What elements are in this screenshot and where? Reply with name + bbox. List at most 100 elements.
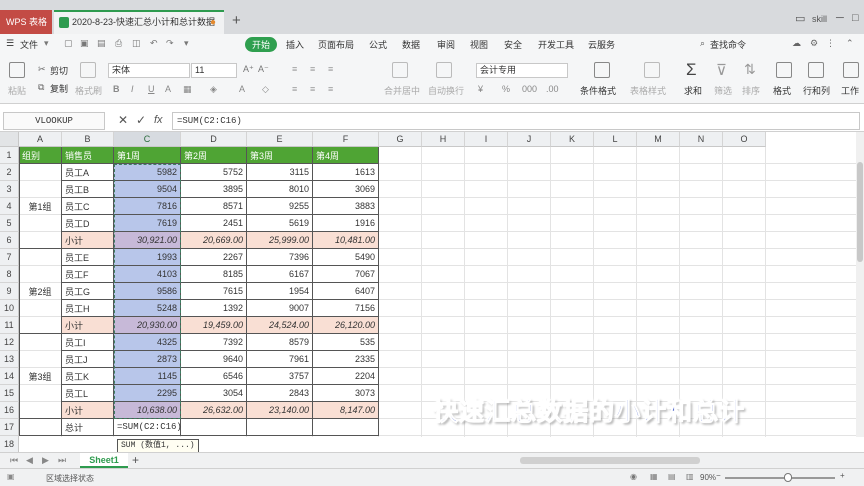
subtotal-cell[interactable]: 20,669.00: [181, 232, 247, 249]
print-icon[interactable]: ⎙: [115, 38, 122, 49]
subtotal-cell[interactable]: 10,638.00: [114, 402, 181, 419]
data-cell[interactable]: 3895: [181, 181, 247, 198]
select-all-corner[interactable]: [0, 132, 19, 147]
cut-icon[interactable]: ✂: [38, 64, 46, 75]
empty-cell[interactable]: [247, 419, 313, 436]
data-cell[interactable]: 7156: [313, 300, 379, 317]
zoom-level[interactable]: 90%: [700, 473, 716, 482]
data-cell[interactable]: 2295: [114, 385, 181, 402]
data-cell[interactable]: 2873: [114, 351, 181, 368]
align-top-icon[interactable]: ≡: [292, 64, 297, 74]
data-cell[interactable]: 8185: [181, 266, 247, 283]
subtotal-cell[interactable]: 19,459.00: [181, 317, 247, 334]
row-header-7[interactable]: 7: [0, 249, 19, 266]
data-cell[interactable]: 3757: [247, 368, 313, 385]
menu-icon[interactable]: ☰: [6, 38, 14, 49]
row-header-4[interactable]: 4: [0, 198, 19, 215]
subtotal-cell[interactable]: 10,481.00: [313, 232, 379, 249]
align-left-icon[interactable]: ≡: [292, 84, 297, 94]
column-header-e[interactable]: E: [247, 132, 313, 147]
underline-icon[interactable]: U: [148, 84, 155, 94]
subtotal-cell[interactable]: 8,147.00: [313, 402, 379, 419]
data-cell[interactable]: 7067: [313, 266, 379, 283]
maximize-icon[interactable]: □: [852, 12, 859, 24]
salesperson-cell[interactable]: 员工G: [62, 283, 114, 300]
strikethrough-icon[interactable]: A: [165, 84, 171, 94]
data-cell[interactable]: 8579: [247, 334, 313, 351]
macro-icon[interactable]: ▣: [7, 472, 15, 481]
paste-label[interactable]: 粘贴: [8, 84, 26, 97]
format-icon[interactable]: [776, 62, 792, 78]
table-header-cell[interactable]: 第4周: [313, 147, 379, 164]
row-header-5[interactable]: 5: [0, 215, 19, 232]
empty-cell[interactable]: [313, 419, 379, 436]
format-painter-icon[interactable]: [80, 62, 96, 78]
empty-cell[interactable]: [181, 419, 247, 436]
salesperson-cell[interactable]: 员工I: [62, 334, 114, 351]
data-cell[interactable]: 3069: [313, 181, 379, 198]
format-button[interactable]: 格式: [773, 84, 791, 97]
sum-icon[interactable]: Σ: [686, 60, 697, 80]
copy-icon[interactable]: ⧉: [38, 82, 44, 93]
salesperson-cell[interactable]: 小计: [62, 317, 114, 334]
merge-icon[interactable]: [392, 62, 408, 78]
row-header-3[interactable]: 3: [0, 181, 19, 198]
horizontal-scrollbar[interactable]: [520, 457, 700, 464]
fill-color-icon[interactable]: ◈: [210, 84, 217, 95]
undo-icon[interactable]: ↶: [150, 38, 158, 49]
tab-cloud[interactable]: 云服务: [588, 38, 615, 51]
column-header-n[interactable]: N: [680, 132, 723, 147]
vertical-scroll-thumb[interactable]: [857, 162, 863, 262]
filter-icon[interactable]: ⊽: [716, 61, 727, 79]
font-name-select[interactable]: 宋体: [108, 63, 190, 78]
salesperson-cell[interactable]: 员工D: [62, 215, 114, 232]
row-header-11[interactable]: 11: [0, 317, 19, 334]
data-cell[interactable]: 9255: [247, 198, 313, 215]
row-header-17[interactable]: 17: [0, 419, 19, 436]
total-formula-cell[interactable]: =SUM(C2:C16): [114, 419, 182, 436]
salesperson-cell[interactable]: 员工K: [62, 368, 114, 385]
data-cell[interactable]: 2335: [313, 351, 379, 368]
subtotal-cell[interactable]: 23,140.00: [247, 402, 313, 419]
user-name[interactable]: skill: [812, 14, 827, 24]
data-cell[interactable]: 3883: [313, 198, 379, 215]
data-cell[interactable]: 1392: [181, 300, 247, 317]
rows-cols-icon[interactable]: [808, 62, 824, 78]
salesperson-cell[interactable]: 员工L: [62, 385, 114, 402]
row-header-18[interactable]: 18: [0, 436, 19, 453]
data-cell[interactable]: 1916: [313, 215, 379, 232]
rows-cols-button[interactable]: 行和列: [803, 84, 830, 97]
tab-insert[interactable]: 插入: [286, 38, 304, 51]
row-header-8[interactable]: 8: [0, 266, 19, 283]
next-sheet-icon[interactable]: ▶: [42, 455, 49, 466]
tab-view[interactable]: 视图: [470, 38, 488, 51]
percent-icon[interactable]: %: [502, 84, 510, 94]
first-sheet-icon[interactable]: ⏮: [10, 455, 18, 466]
table-style-button[interactable]: 表格样式: [630, 84, 666, 97]
document-tab[interactable]: 2020-8-23-快速汇总小计和总计数据 ●: [54, 10, 224, 34]
data-cell[interactable]: 2204: [313, 368, 379, 385]
zoom-in-icon[interactable]: +: [840, 471, 845, 480]
column-header-d[interactable]: D: [181, 132, 247, 147]
data-cell[interactable]: 2267: [181, 249, 247, 266]
formula-input[interactable]: =SUM(C2:C16): [172, 112, 860, 130]
column-header-o[interactable]: O: [723, 132, 766, 147]
redo-icon[interactable]: ↷: [166, 38, 174, 49]
sheet-tab-sheet1[interactable]: Sheet1: [80, 453, 128, 468]
salesperson-cell[interactable]: 小计: [62, 232, 114, 249]
tab-developer[interactable]: 开发工具: [538, 38, 574, 51]
table-style-icon[interactable]: [644, 62, 660, 78]
column-header-f[interactable]: F: [313, 132, 379, 147]
tab-review[interactable]: 审阅: [437, 38, 455, 51]
zoom-out-icon[interactable]: −: [716, 471, 721, 480]
page-view-icon[interactable]: ▤: [668, 472, 676, 481]
file-menu[interactable]: 文件: [20, 38, 38, 51]
new-tab-button[interactable]: +: [232, 12, 241, 29]
worksheet-button[interactable]: 工作: [841, 84, 859, 97]
group-label-cell[interactable]: 第3组: [19, 334, 62, 419]
filter-button[interactable]: 筛选: [714, 84, 732, 97]
insert-function-icon[interactable]: fx: [154, 114, 163, 126]
total-row-empty-cell[interactable]: [19, 419, 62, 436]
subtotal-cell[interactable]: 26,120.00: [313, 317, 379, 334]
salesperson-cell[interactable]: 员工C: [62, 198, 114, 215]
